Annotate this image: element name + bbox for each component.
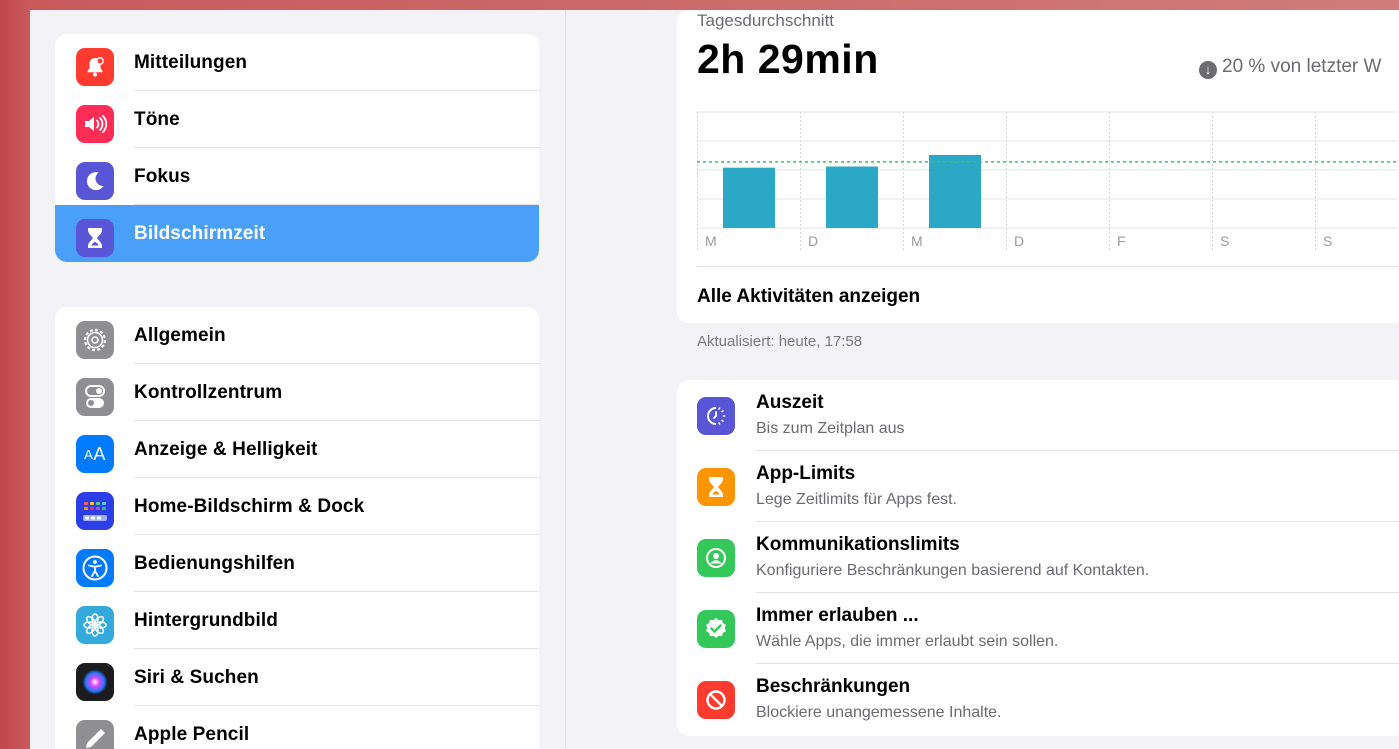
sidebar-item-bildschirmzeit[interactable]: Bildschirmzeit bbox=[55, 205, 539, 262]
bar bbox=[723, 167, 775, 228]
sidebar-item-label: Siri & Suchen bbox=[134, 666, 259, 688]
sidebar-group-2: Allgemein Kontrollzentrum AA Anzeige & H… bbox=[55, 307, 539, 749]
x-tick-label: D bbox=[1014, 233, 1024, 249]
sidebar-item-label: Apple Pencil bbox=[134, 723, 250, 745]
trend-text: 20 % von letzter W bbox=[1222, 56, 1382, 77]
sidebar-item-label: Allgemein bbox=[134, 324, 226, 346]
siri-icon bbox=[76, 663, 114, 701]
hourglass-icon bbox=[76, 219, 114, 257]
sidebar-item-label: Fokus bbox=[134, 165, 191, 187]
divider bbox=[697, 266, 1399, 267]
x-tick-label: M bbox=[911, 233, 923, 249]
option-title: Auszeit bbox=[756, 392, 824, 413]
option-auszeit[interactable]: Auszeit Bis zum Zeitplan aus bbox=[677, 380, 1399, 451]
option-beschraenkungen[interactable]: Beschränkungen Blockiere unangemessene I… bbox=[677, 664, 1399, 735]
x-tick-label: S bbox=[1323, 233, 1332, 249]
gear-icon bbox=[76, 321, 114, 359]
daily-average-label: Tagesdurchschnitt bbox=[697, 11, 835, 30]
option-subtitle: Bis zum Zeitplan aus bbox=[756, 420, 905, 437]
accessibility-icon bbox=[76, 549, 114, 587]
option-subtitle: Blockiere unangemessene Inhalte. bbox=[756, 704, 1002, 721]
x-tick-label: D bbox=[808, 233, 818, 249]
sidebar-item-kontrollzentrum[interactable]: Kontrollzentrum bbox=[55, 364, 539, 421]
sidebar-item-siri[interactable]: Siri & Suchen bbox=[55, 649, 539, 706]
sidebar-item-anzeige[interactable]: AA Anzeige & Helligkeit bbox=[55, 421, 539, 478]
option-title: Immer erlauben ... bbox=[756, 605, 919, 626]
hourglass-icon bbox=[697, 468, 735, 506]
app-grid-icon bbox=[76, 492, 114, 530]
sidebar: Mitteilungen Töne Fokus Bildschirmzeit A… bbox=[30, 10, 565, 749]
sidebar-item-fokus[interactable]: Fokus bbox=[55, 148, 539, 205]
sidebar-item-label: Hintergrundbild bbox=[134, 609, 278, 631]
sidebar-item-mitteilungen[interactable]: Mitteilungen bbox=[55, 34, 539, 91]
option-subtitle: Konfiguriere Beschränkungen basierend au… bbox=[756, 562, 1150, 579]
sidebar-item-label: Töne bbox=[134, 108, 180, 130]
sidebar-item-label: Bedienungshilfen bbox=[134, 552, 295, 574]
sidebar-item-label: Mitteilungen bbox=[134, 51, 248, 73]
option-kommunikationslimits[interactable]: Kommunikationslimits Konfiguriere Beschr… bbox=[677, 522, 1399, 593]
show-all-activity-link[interactable]: Alle Aktivitäten anzeigen bbox=[697, 286, 920, 308]
arrow-down-icon: ↓ bbox=[1199, 61, 1217, 79]
sidebar-item-label: Home-Bildschirm & Dock bbox=[134, 495, 365, 517]
x-tick-label: M bbox=[705, 233, 717, 249]
sidebar-item-label: Bildschirmzeit bbox=[134, 222, 266, 244]
sidebar-item-label: Anzeige & Helligkeit bbox=[134, 438, 318, 460]
x-tick-label: S bbox=[1220, 233, 1229, 249]
bar bbox=[826, 166, 878, 228]
sidebar-item-home-bildschirm[interactable]: Home-Bildschirm & Dock bbox=[55, 478, 539, 535]
sidebar-item-allgemein[interactable]: Allgemein bbox=[55, 307, 539, 364]
x-tick-label: F bbox=[1117, 233, 1126, 249]
flower-icon bbox=[76, 606, 114, 644]
settings-window: Mitteilungen Töne Fokus Bildschirmzeit A… bbox=[30, 10, 1399, 749]
option-subtitle: Lege Zeitlimits für Apps fest. bbox=[756, 491, 957, 508]
options-card: Auszeit Bis zum Zeitplan aus App-Limits … bbox=[677, 380, 1399, 736]
sidebar-item-toene[interactable]: Töne bbox=[55, 91, 539, 148]
checkmark-seal-icon bbox=[697, 610, 735, 648]
screen-time-pane: Tagesdurchschnitt Tagesdurchschnitt 2h 2… bbox=[566, 10, 1399, 749]
restriction-icon bbox=[697, 681, 735, 719]
option-app-limits[interactable]: App-Limits Lege Zeitlimits für Apps fest… bbox=[677, 451, 1399, 522]
speaker-icon bbox=[76, 105, 114, 143]
usage-chart: MDMDFSS bbox=[697, 111, 1397, 250]
bar bbox=[929, 154, 981, 228]
option-title: App-Limits bbox=[756, 463, 856, 484]
downtime-icon bbox=[697, 397, 735, 435]
option-subtitle: Wähle Apps, die immer erlaubt sein solle… bbox=[756, 633, 1059, 650]
updated-timestamp: Aktualisiert: heute, 17:58 bbox=[697, 333, 863, 350]
sidebar-item-apple-pencil[interactable]: Apple Pencil bbox=[55, 706, 539, 749]
moon-icon bbox=[76, 162, 114, 200]
option-title: Kommunikationslimits bbox=[756, 534, 960, 555]
sidebar-group-1: Mitteilungen Töne Fokus Bildschirmzeit bbox=[55, 34, 539, 262]
pencil-icon bbox=[76, 720, 114, 749]
trend-indicator: ↓ 20 % von letzter W bbox=[1199, 56, 1381, 79]
option-immer-erlauben[interactable]: Immer erlauben ... Wähle Apps, die immer… bbox=[677, 593, 1399, 664]
sidebar-item-bedienungshilfen[interactable]: Bedienungshilfen bbox=[55, 535, 539, 592]
daily-average-value: 2h 29min bbox=[697, 36, 879, 82]
option-title: Beschränkungen bbox=[756, 676, 911, 697]
text-size-icon: AA bbox=[76, 435, 114, 473]
sidebar-item-hintergrundbild[interactable]: Hintergrundbild bbox=[55, 592, 539, 649]
toggles-icon bbox=[76, 378, 114, 416]
sidebar-item-label: Kontrollzentrum bbox=[134, 381, 283, 403]
bell-icon bbox=[76, 48, 114, 86]
contact-icon bbox=[697, 539, 735, 577]
